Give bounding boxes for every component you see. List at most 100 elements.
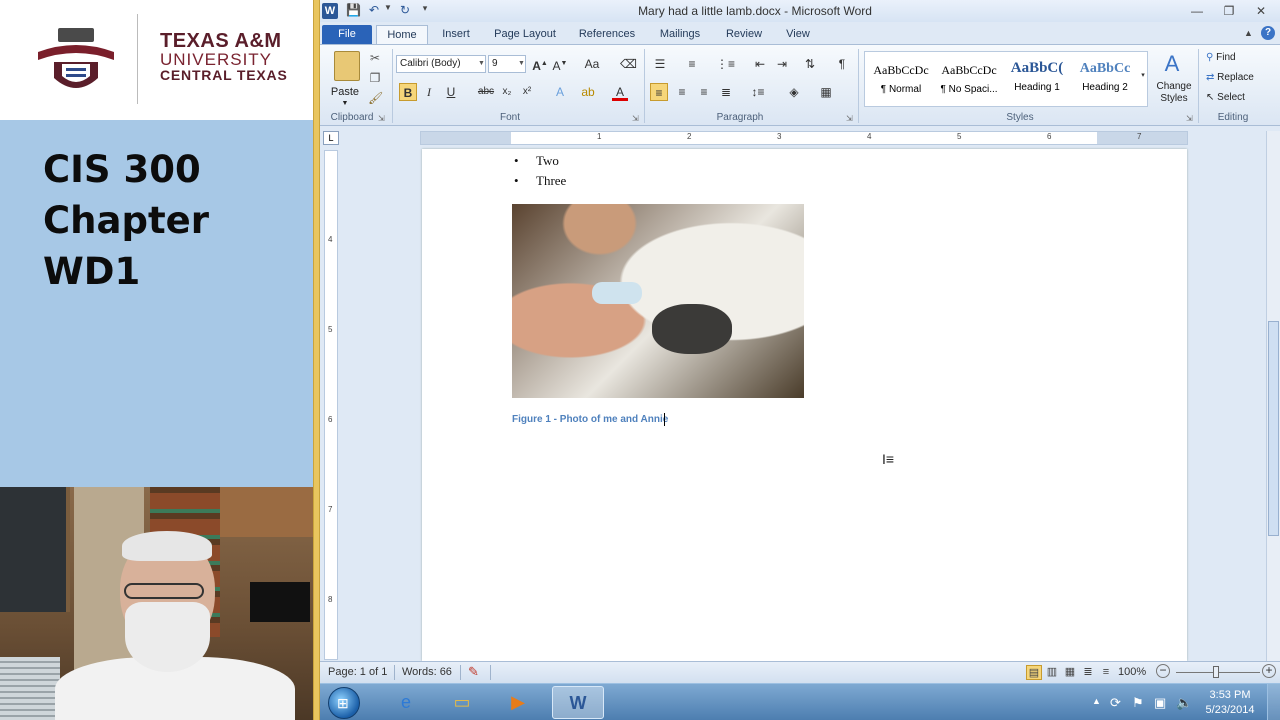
tab-view[interactable]: View bbox=[778, 25, 818, 44]
copy-icon[interactable]: ❐ bbox=[368, 69, 382, 87]
network-status-icon[interactable]: ⟳ bbox=[1110, 695, 1121, 711]
tab-insert[interactable]: Insert bbox=[432, 25, 480, 44]
text-effects-icon[interactable]: A bbox=[552, 83, 568, 101]
tab-mailings[interactable]: Mailings bbox=[650, 25, 710, 44]
paste-dropdown-icon[interactable]: ▼ bbox=[340, 95, 350, 113]
paste-icon[interactable] bbox=[334, 51, 360, 81]
grow-font-icon[interactable]: A▲ bbox=[532, 55, 548, 73]
tab-page-layout[interactable]: Page Layout bbox=[486, 25, 564, 44]
replace-button[interactable]: ⇄ Replace bbox=[1206, 69, 1276, 87]
increase-indent-icon[interactable]: ⇥ bbox=[774, 55, 790, 73]
minimize-button[interactable]: — bbox=[1184, 2, 1210, 20]
clock-time[interactable]: 3:53 PM bbox=[1200, 689, 1260, 701]
outline-icon[interactable]: ≣ bbox=[1080, 665, 1096, 680]
sort-icon[interactable]: ⇅ bbox=[802, 55, 818, 73]
align-right-button[interactable]: ≡ bbox=[696, 83, 712, 101]
zoom-in-button[interactable]: + bbox=[1262, 664, 1276, 678]
web-layout-icon[interactable]: ▦ bbox=[1062, 665, 1078, 680]
highlight-icon[interactable]: ab bbox=[580, 83, 596, 101]
subscript-button[interactable]: x₂ bbox=[500, 83, 514, 101]
justify-button[interactable]: ≣ bbox=[718, 83, 734, 101]
print-layout-icon[interactable]: ▤ bbox=[1026, 665, 1042, 680]
borders-icon[interactable]: ▦ bbox=[818, 83, 834, 101]
font-name-dropdown-icon[interactable]: ▼ bbox=[478, 60, 485, 67]
style-heading-1[interactable]: AaBbC( Heading 1 bbox=[1003, 55, 1071, 103]
font-size-dropdown-icon[interactable]: ▼ bbox=[518, 60, 525, 67]
font-color-icon[interactable]: A bbox=[612, 83, 628, 101]
scrollbar-thumb[interactable] bbox=[1268, 321, 1279, 536]
word-taskbar-icon[interactable]: W bbox=[552, 686, 604, 719]
align-center-button[interactable]: ≡ bbox=[674, 83, 690, 101]
style-no-spacing[interactable]: AaBbCcDc ¶ No Spaci... bbox=[935, 55, 1003, 103]
media-player-icon[interactable]: ▶ bbox=[492, 686, 544, 719]
network-icon[interactable]: ▣ bbox=[1154, 695, 1166, 711]
vertical-ruler[interactable]: 4 5 6 7 8 bbox=[324, 150, 338, 660]
change-styles-icon[interactable]: A bbox=[1158, 51, 1186, 77]
split-divider bbox=[313, 0, 320, 720]
shading-icon[interactable]: ◈ bbox=[786, 83, 802, 101]
proofing-icon[interactable]: ✎ bbox=[468, 664, 479, 680]
group-label-font: Font bbox=[499, 112, 520, 123]
chapter-name: Chapter WD1 bbox=[43, 199, 209, 293]
font-name-select[interactable]: Calibri (Body) bbox=[396, 55, 486, 73]
superscript-button[interactable]: x² bbox=[520, 83, 534, 101]
multilevel-list-icon[interactable]: ⋮≡ bbox=[716, 55, 735, 73]
help-icon[interactable]: ? bbox=[1261, 26, 1275, 40]
bold-button[interactable]: B bbox=[399, 83, 417, 101]
cut-icon[interactable]: ✂ bbox=[368, 49, 382, 67]
start-button[interactable]: ⊞ bbox=[328, 687, 360, 719]
show-formatting-icon[interactable]: ¶ bbox=[834, 55, 850, 73]
vertical-scrollbar[interactable] bbox=[1266, 131, 1280, 661]
tab-home[interactable]: Home bbox=[376, 25, 428, 44]
zoom-slider-thumb[interactable] bbox=[1213, 666, 1219, 678]
volume-icon[interactable]: 🔈 bbox=[1176, 695, 1192, 711]
change-case-icon[interactable]: Aa bbox=[582, 55, 602, 73]
list-item[interactable]: Three bbox=[514, 173, 567, 189]
style-heading-2[interactable]: AaBbCc Heading 2 bbox=[1071, 55, 1139, 103]
shrink-font-icon[interactable]: A▼ bbox=[552, 55, 568, 73]
clear-formatting-icon[interactable]: ⌫ bbox=[620, 55, 637, 73]
minimize-ribbon-icon[interactable]: ▲ bbox=[1244, 28, 1253, 38]
tab-selector-icon[interactable]: L bbox=[323, 131, 339, 145]
tab-review[interactable]: Review bbox=[718, 25, 770, 44]
close-button[interactable]: ✕ bbox=[1248, 2, 1274, 20]
styles-launcher-icon[interactable]: ⇲ bbox=[1186, 114, 1193, 123]
style-normal[interactable]: AaBbCcDc ¶ Normal bbox=[867, 55, 935, 103]
line-spacing-icon[interactable]: ↕≡ bbox=[748, 83, 768, 101]
italic-button[interactable]: I bbox=[422, 83, 436, 101]
full-screen-reading-icon[interactable]: ▥ bbox=[1044, 665, 1060, 680]
zoom-out-button[interactable]: − bbox=[1156, 664, 1170, 678]
figure-caption[interactable]: Figure 1 - Photo of me and Annie bbox=[512, 414, 668, 425]
show-hidden-icons-icon[interactable]: ▲ bbox=[1092, 696, 1101, 706]
format-painter-icon[interactable]: 🖌 bbox=[368, 89, 383, 107]
change-styles-button[interactable]: Change Styles bbox=[1150, 81, 1198, 104]
bullets-icon[interactable]: ☰ bbox=[652, 55, 668, 73]
page-count[interactable]: Page: 1 of 1 bbox=[328, 666, 387, 678]
maximize-button[interactable]: ❐ bbox=[1216, 2, 1242, 20]
numbering-icon[interactable]: ≡ bbox=[684, 55, 700, 73]
word-count[interactable]: Words: 66 bbox=[402, 666, 452, 678]
select-button[interactable]: ↖ Select bbox=[1206, 89, 1266, 107]
zoom-level[interactable]: 100% bbox=[1118, 666, 1146, 678]
list-item[interactable]: Two bbox=[514, 153, 559, 169]
paragraph-launcher-icon[interactable]: ⇲ bbox=[846, 114, 853, 123]
document-page[interactable]: Two Three Figure 1 - Photo of me and Ann… bbox=[422, 149, 1187, 661]
clock-date[interactable]: 5/23/2014 bbox=[1200, 704, 1260, 716]
horizontal-ruler[interactable]: 1 2 3 4 5 6 7 bbox=[420, 131, 1188, 145]
decrease-indent-icon[interactable]: ⇤ bbox=[752, 55, 768, 73]
font-launcher-icon[interactable]: ⇲ bbox=[632, 114, 639, 123]
action-center-flag-icon[interactable]: ⚑ bbox=[1132, 695, 1144, 711]
inserted-photo[interactable] bbox=[512, 204, 804, 398]
underline-button[interactable]: U bbox=[444, 83, 458, 101]
align-left-button[interactable]: ≡ bbox=[650, 83, 668, 101]
draft-icon[interactable]: ≡ bbox=[1098, 665, 1114, 680]
clipboard-launcher-icon[interactable]: ⇲ bbox=[378, 114, 385, 123]
tab-references[interactable]: References bbox=[572, 25, 642, 44]
find-button[interactable]: ⚲ Find bbox=[1206, 49, 1266, 67]
strikethrough-button[interactable]: abc bbox=[476, 83, 496, 101]
tab-file[interactable]: File bbox=[322, 25, 372, 44]
file-explorer-icon[interactable]: ▭ bbox=[436, 686, 488, 719]
internet-explorer-icon[interactable]: e bbox=[380, 686, 432, 719]
styles-more-icon[interactable]: ▾ bbox=[1138, 67, 1148, 85]
show-desktop-button[interactable] bbox=[1267, 684, 1280, 720]
